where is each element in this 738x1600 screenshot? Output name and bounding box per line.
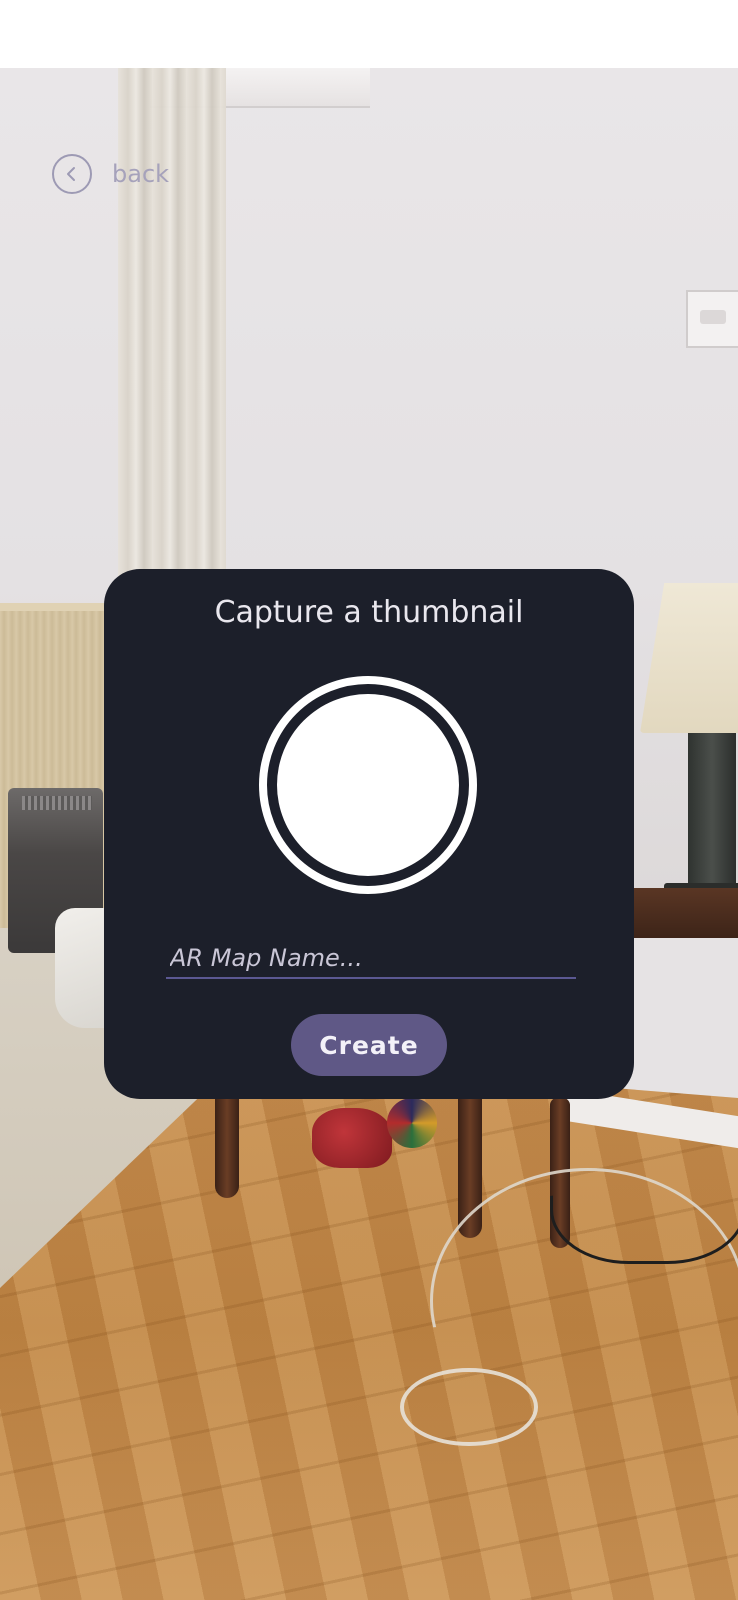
toy-ball (387, 1098, 437, 1148)
toy-plush (312, 1108, 392, 1168)
ar-capture-screen: back Capture a thumbnail Create (0, 0, 738, 1600)
floor-cable (400, 1368, 538, 1446)
chevron-left-icon (67, 167, 75, 181)
side-table (630, 888, 738, 938)
switch-toggle (700, 310, 726, 324)
dialog-title: Capture a thumbnail (214, 595, 524, 630)
lamp-base (688, 733, 736, 893)
capture-thumbnail-dialog: Capture a thumbnail Create (104, 569, 634, 1099)
light-switch (686, 290, 738, 348)
capture-shutter-button[interactable] (259, 676, 477, 894)
heater-vent (22, 796, 92, 810)
status-bar (0, 0, 738, 68)
create-button[interactable]: Create (291, 1014, 447, 1076)
shutter-icon (277, 694, 459, 876)
toy (312, 1098, 437, 1168)
back-label: back (112, 160, 170, 188)
ar-map-name-input[interactable] (166, 939, 576, 979)
back-button[interactable]: back (52, 154, 169, 194)
back-circle (52, 154, 92, 194)
